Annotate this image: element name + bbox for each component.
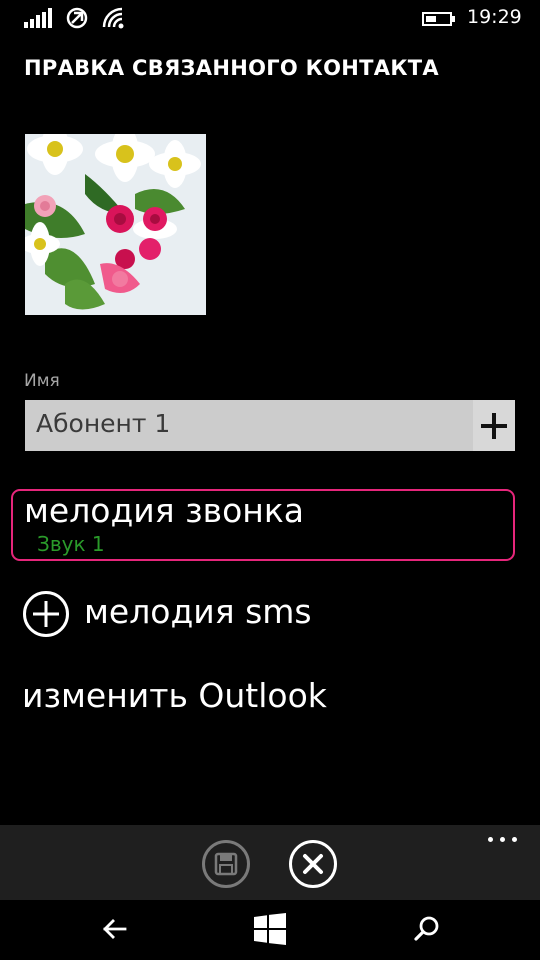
flower-bouquet-photo	[25, 134, 206, 315]
plus-icon	[481, 413, 507, 439]
battery-icon	[422, 12, 455, 26]
signal-icon	[24, 8, 52, 28]
name-input[interactable]: Абонент 1	[25, 400, 473, 451]
add-name-button[interactable]	[473, 400, 515, 451]
save-icon[interactable]	[201, 839, 251, 889]
name-input-value: Абонент 1	[36, 409, 171, 438]
more-dot	[500, 837, 505, 842]
ringtone-value: Звук 1	[37, 532, 105, 556]
cellular-data-icon	[66, 7, 88, 29]
add-circle-icon	[23, 591, 69, 637]
navigation-bar	[0, 900, 540, 960]
search-icon[interactable]	[413, 915, 441, 943]
cancel-icon[interactable]	[288, 839, 338, 889]
back-arrow-icon[interactable]	[102, 916, 128, 942]
clock-time: 19:29	[467, 6, 522, 28]
status-bar: 19:29	[0, 0, 540, 36]
sms-tone-label: мелодия sms	[84, 592, 312, 631]
more-dot	[512, 837, 517, 842]
more-icon[interactable]	[485, 831, 525, 849]
edit-outlook-link[interactable]: изменить Outlook	[22, 676, 327, 715]
wifi-icon	[102, 7, 124, 29]
page-title: ПРАВКА СВЯЗАННОГО КОНТАКТА	[24, 56, 439, 80]
name-label: Имя	[24, 371, 60, 391]
contact-photo[interactable]	[25, 134, 206, 315]
more-dot	[488, 837, 493, 842]
ringtone-title: мелодия звонка	[24, 491, 305, 530]
ringtone-option[interactable]: мелодия звонка Звук 1	[11, 489, 515, 561]
app-bar	[0, 825, 540, 900]
windows-logo-icon[interactable]	[254, 913, 286, 945]
sms-tone-option[interactable]: мелодия sms	[22, 590, 422, 638]
